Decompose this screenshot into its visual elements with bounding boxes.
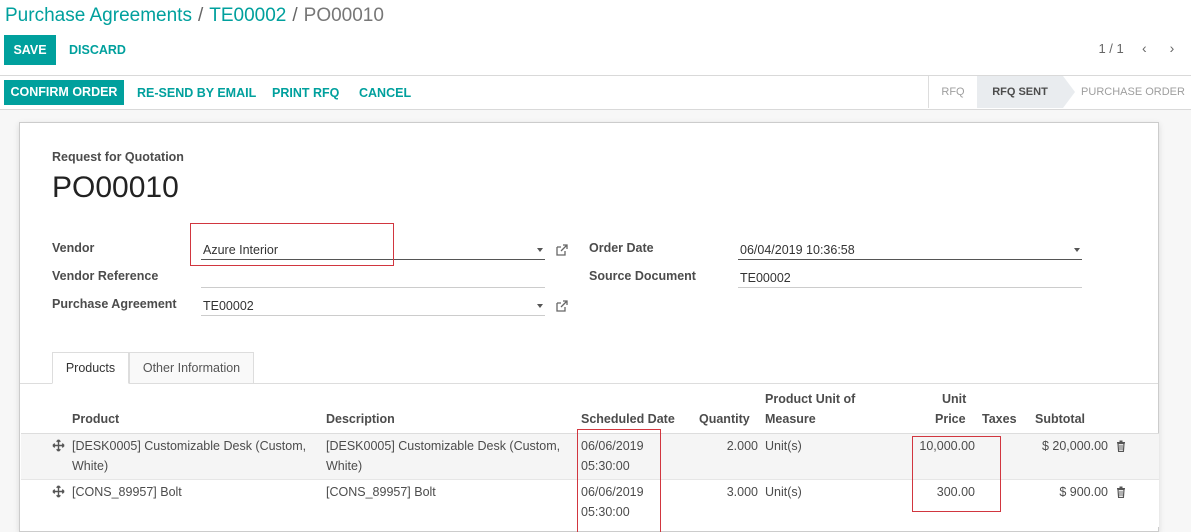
status-purchase-order[interactable]: PURCHASE ORDER (1075, 76, 1191, 108)
breadcrumb-current: PO00010 (303, 5, 384, 26)
highlight-unit-price (912, 436, 1001, 512)
unit-of-measure: Unit(s) (765, 439, 802, 453)
chevron-left-icon[interactable]: ‹ (1137, 40, 1151, 56)
description-line1: [DESK0005] Customizable Desk (Custom, (326, 439, 561, 453)
purchase-agreement-label: Purchase Agreement (52, 297, 177, 311)
purchase-agreement-value: TE00002 (203, 299, 254, 313)
highlight-scheduled-date (577, 429, 661, 532)
chevron-down-icon[interactable] (1074, 248, 1080, 252)
purchase-agreement-field[interactable]: TE00002 (201, 296, 545, 316)
column-uom-line1[interactable]: Product Unit of (765, 389, 855, 409)
vendor-label: Vendor (52, 241, 95, 255)
breadcrumb-separator: / (292, 5, 298, 26)
description-line2: White) (326, 459, 363, 473)
tab-divider (20, 383, 1158, 384)
source-document-value: TE00002 (740, 271, 791, 285)
external-link-icon[interactable] (555, 243, 569, 257)
column-uom-line2[interactable]: Measure (765, 409, 816, 429)
chevron-down-icon[interactable] (537, 304, 543, 308)
discard-button[interactable]: DISCARD (69, 35, 126, 65)
pager-value[interactable]: 1 / 1 (1098, 41, 1123, 56)
confirm-order-button[interactable]: CONFIRM ORDER (4, 80, 124, 105)
vendor-reference-field[interactable] (201, 268, 545, 288)
column-quantity[interactable]: Quantity (699, 409, 750, 429)
product-line1: [DESK0005] Customizable Desk (Custom, (72, 439, 307, 453)
tab-other-information[interactable]: Other Information (129, 352, 254, 384)
column-scheduled-date[interactable]: Scheduled Date (581, 409, 675, 429)
highlight-vendor (190, 223, 394, 266)
breadcrumb-agreement[interactable]: TE00002 (209, 5, 286, 26)
column-description[interactable]: Description (326, 409, 395, 429)
source-document-field[interactable]: TE00002 (738, 268, 1082, 288)
document-type: Request for Quotation (52, 150, 184, 164)
column-product[interactable]: Product (72, 409, 119, 429)
save-button[interactable]: SAVE (4, 35, 56, 65)
order-date-field[interactable]: 06/04/2019 10:36:58 (738, 240, 1082, 260)
description-line1: [CONS_89957] Bolt (326, 485, 436, 499)
vendor-reference-label: Vendor Reference (52, 269, 159, 283)
breadcrumb-separator: / (197, 5, 204, 26)
chevron-right-icon[interactable]: › (1165, 40, 1179, 56)
drag-handle-icon[interactable] (52, 439, 65, 452)
drag-handle-icon[interactable] (52, 485, 65, 498)
quantity: 3.000 (726, 485, 758, 499)
product-line1: [CONS_89957] Bolt (72, 485, 182, 499)
status-rfq[interactable]: RFQ (929, 76, 977, 108)
pager: 1 / 1 ‹ › (1098, 40, 1179, 56)
product-line2: White) (72, 459, 109, 473)
column-unit-price-line2[interactable]: Price (935, 409, 966, 429)
status-rfq-sent[interactable]: RFQ SENT (977, 76, 1075, 108)
status-bar: RFQ RFQ SENT PURCHASE ORDER (928, 76, 1191, 108)
chevron-down-icon[interactable] (537, 248, 543, 252)
unit-of-measure: Unit(s) (765, 485, 802, 499)
column-subtotal[interactable]: Subtotal (1035, 409, 1085, 429)
breadcrumb-purchase-agreements[interactable]: Purchase Agreements (5, 5, 192, 26)
breadcrumb: Purchase Agreements / TE00002/PO00010 (5, 5, 384, 27)
trash-icon[interactable] (1116, 486, 1126, 498)
cancel-button[interactable]: CANCEL (359, 78, 411, 108)
external-link-icon[interactable] (555, 299, 569, 313)
order-date-value: 06/04/2019 10:36:58 (740, 243, 855, 257)
trash-icon[interactable] (1116, 440, 1126, 452)
column-unit-price-line1[interactable]: Unit (942, 389, 966, 409)
resend-email-button[interactable]: RE-SEND BY EMAIL (137, 78, 256, 108)
quantity: 2.000 (726, 439, 758, 453)
subtotal: $ 20,000.00 (1041, 439, 1108, 453)
page-title: PO00010 (52, 171, 179, 204)
source-document-label: Source Document (589, 269, 696, 283)
subtotal: $ 900.00 (1059, 485, 1108, 499)
column-taxes[interactable]: Taxes (982, 409, 1017, 429)
print-rfq-button[interactable]: PRINT RFQ (272, 78, 339, 108)
tab-products[interactable]: Products (52, 352, 129, 384)
order-date-label: Order Date (589, 241, 654, 255)
form-sheet: Request for Quotation PO00010 Vendor Azu… (19, 122, 1159, 532)
